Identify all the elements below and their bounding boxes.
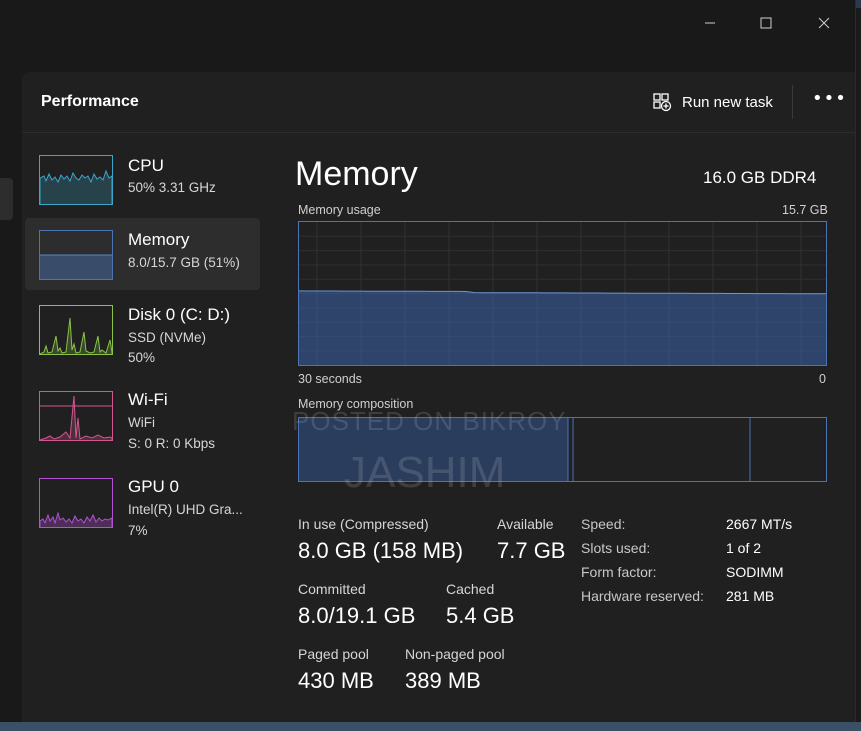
memory-heading: Memory bbox=[295, 155, 418, 193]
title-bar[interactable] bbox=[0, 0, 855, 44]
in-use-value: 8.0 GB (158 MB) bbox=[298, 538, 464, 563]
maximize-button[interactable] bbox=[742, 8, 790, 38]
run-new-task-label: Run new task bbox=[682, 93, 773, 111]
performance-panel: Performance Run new task ••• CPU 50% 3.3… bbox=[22, 72, 855, 722]
speed-value: 2667 MT/s bbox=[726, 516, 793, 532]
memory-spec: 16.0 GB DDR4 bbox=[703, 168, 817, 187]
header-divider bbox=[22, 132, 855, 133]
sidebar-wifi-name: Wi-Fi bbox=[128, 390, 168, 409]
close-icon bbox=[818, 17, 830, 29]
gpu-thumbnail-graph bbox=[39, 478, 113, 528]
paged-pool-value: 430 MB bbox=[298, 668, 374, 693]
cpu-thumbnail-graph bbox=[39, 155, 113, 205]
cached-label: Cached bbox=[446, 581, 495, 597]
sidebar-item-disk[interactable]: Disk 0 (C: D:) SSD (NVMe) 50% bbox=[25, 294, 260, 366]
sidebar-gpu-sub: Intel(R) UHD Gra... bbox=[128, 502, 243, 517]
available-value: 7.7 GB bbox=[497, 538, 566, 563]
sidebar-cpu-name: CPU bbox=[128, 156, 164, 175]
minimize-button[interactable] bbox=[686, 8, 734, 38]
memory-usage-graph bbox=[298, 221, 827, 366]
hardware-reserved-label: Hardware reserved: bbox=[581, 588, 704, 604]
sidebar-item-memory[interactable]: Memory 8.0/15.7 GB (51%) bbox=[25, 218, 260, 290]
minimize-icon bbox=[705, 22, 715, 24]
watermark-line2: JASHIM bbox=[344, 448, 506, 497]
memory-usage-max: 15.7 GB bbox=[782, 203, 828, 217]
speed-label: Speed: bbox=[581, 516, 626, 532]
sidebar-wifi-rate: S: 0 R: 0 Kbps bbox=[128, 436, 216, 451]
form-factor-value: SODIMM bbox=[726, 564, 784, 580]
watermark-line1: POSTED ON BIKROY bbox=[292, 406, 567, 436]
non-paged-pool-value: 389 MB bbox=[405, 668, 481, 693]
committed-label: Committed bbox=[298, 581, 366, 597]
close-button[interactable] bbox=[800, 8, 848, 38]
in-use-label: In use (Compressed) bbox=[298, 516, 429, 532]
slots-used-label: Slots used: bbox=[581, 540, 651, 556]
sidebar-memory-sub: 8.0/15.7 GB (51%) bbox=[128, 255, 240, 270]
committed-value: 8.0/19.1 GB bbox=[298, 603, 416, 628]
header-separator bbox=[792, 85, 793, 119]
sidebar-item-gpu[interactable]: GPU 0 Intel(R) UHD Gra... 7% bbox=[25, 469, 260, 541]
sidebar-item-wifi[interactable]: Wi-Fi WiFi S: 0 R: 0 Kbps bbox=[25, 382, 260, 454]
disk-thumbnail-graph bbox=[39, 305, 113, 355]
hardware-reserved-value: 281 MB bbox=[726, 588, 775, 604]
memory-usage-area bbox=[299, 290, 826, 365]
sidebar-gpu-usage: 7% bbox=[128, 523, 148, 538]
form-factor-label: Form factor: bbox=[581, 564, 657, 580]
sidebar-memory-name: Memory bbox=[128, 230, 190, 249]
nav-rail-stub[interactable] bbox=[0, 178, 13, 220]
task-manager-window: Performance Run new task ••• CPU 50% 3.3… bbox=[0, 0, 856, 722]
available-label: Available bbox=[497, 516, 554, 532]
sidebar-disk-sub: SSD (NVMe) bbox=[128, 330, 207, 345]
sidebar-item-cpu[interactable]: CPU 50% 3.31 GHz bbox=[25, 146, 260, 218]
zero-axis-label: 0 bbox=[819, 372, 826, 386]
non-paged-pool-label: Non-paged pool bbox=[405, 646, 505, 662]
run-new-task-button[interactable]: Run new task bbox=[652, 89, 773, 115]
desktop-background-bottom bbox=[0, 722, 861, 731]
wifi-thumbnail-graph bbox=[39, 391, 113, 441]
sidebar-wifi-sub: WiFi bbox=[128, 415, 155, 430]
paged-pool-label: Paged pool bbox=[298, 646, 369, 662]
more-options-icon[interactable]: ••• bbox=[812, 89, 847, 109]
time-axis-label: 30 seconds bbox=[298, 372, 362, 386]
memory-usage-chart bbox=[298, 222, 826, 365]
sidebar-disk-usage: 50% bbox=[128, 350, 156, 365]
cached-value: 5.4 GB bbox=[446, 603, 515, 628]
memory-usage-label: Memory usage bbox=[298, 203, 381, 217]
new-task-icon bbox=[653, 93, 672, 112]
page-title: Performance bbox=[41, 93, 139, 110]
sidebar-cpu-sub: 50% 3.31 GHz bbox=[128, 180, 216, 195]
memory-thumbnail-graph bbox=[39, 230, 113, 280]
sidebar-disk-name: Disk 0 (C: D:) bbox=[128, 305, 230, 324]
slots-used-value: 1 of 2 bbox=[726, 540, 762, 556]
sidebar-gpu-name: GPU 0 bbox=[128, 477, 180, 496]
maximize-icon bbox=[760, 17, 772, 29]
